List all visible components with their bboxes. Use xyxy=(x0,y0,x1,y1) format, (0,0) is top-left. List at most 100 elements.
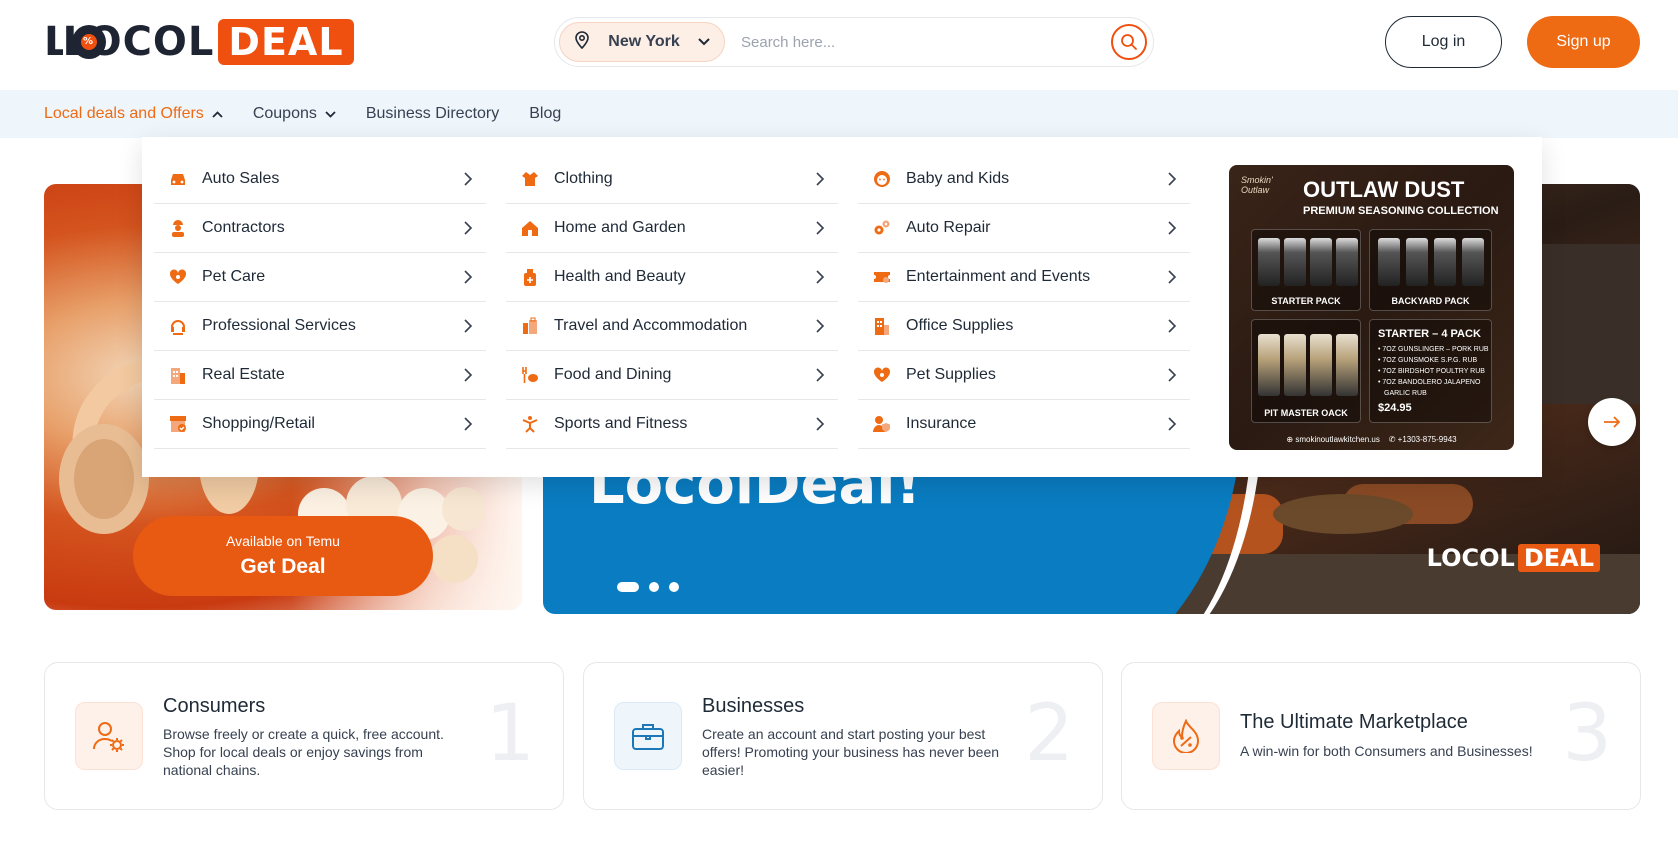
chevron-down-icon xyxy=(698,33,710,51)
promo-starter-details: STARTER – 4 PACK • 7OZ GUNSLINGER – PORK… xyxy=(1369,319,1492,423)
feature-number: 3 xyxy=(1562,689,1612,779)
mega-menu-item-shopping-retail[interactable]: Shopping/Retail xyxy=(154,400,486,449)
mega-menu-item-pet-care[interactable]: Pet Care xyxy=(154,253,486,302)
site-logo[interactable]: LLOCOL DEAL xyxy=(44,19,354,65)
mega-menu-item-sports-and-fitness[interactable]: Sports and Fitness xyxy=(506,400,838,449)
nav-blog[interactable]: Blog xyxy=(529,105,561,123)
nav-business-directory[interactable]: Business Directory xyxy=(366,105,499,123)
chevron-right-icon xyxy=(1168,368,1177,382)
mega-menu-label: Clothing xyxy=(554,170,613,187)
chevron-right-icon xyxy=(1168,319,1177,333)
flame-percent-icon xyxy=(1152,702,1220,770)
login-button[interactable]: Log in xyxy=(1385,16,1502,68)
chevron-right-icon xyxy=(816,221,825,235)
carousel-dot[interactable] xyxy=(617,582,639,592)
mega-menu-item-entertainment-and-events[interactable]: Entertainment and Events xyxy=(858,253,1190,302)
mega-menu-label: Auto Sales xyxy=(202,170,280,187)
luggage-icon xyxy=(520,316,540,336)
nav-coupons[interactable]: Coupons xyxy=(253,105,336,123)
mega-menu-label: Travel and Accommodation xyxy=(554,317,748,334)
mega-menu-item-health-and-beauty[interactable]: Health and Beauty xyxy=(506,253,838,302)
gears-icon xyxy=(872,218,892,238)
chevron-right-icon xyxy=(816,172,825,186)
mega-menu-label: Food and Dining xyxy=(554,366,672,383)
promo-title: OUTLAW DUST xyxy=(1303,177,1465,202)
mega-menu-label: Pet Supplies xyxy=(906,366,996,383)
search-input[interactable] xyxy=(725,33,1111,51)
user-gear-icon xyxy=(75,702,143,770)
percent-badge-icon xyxy=(71,25,106,59)
mega-menu-item-baby-and-kids[interactable]: Baby and Kids xyxy=(858,155,1190,204)
promo-pitmaster-pack: PIT MASTER OACK xyxy=(1251,319,1361,423)
promo-ad-outlaw-dust[interactable]: Smokin' Outlaw OUTLAW DUST PREMIUM SEASO… xyxy=(1229,165,1514,450)
building-icon xyxy=(168,365,188,385)
mega-menu-item-contractors[interactable]: Contractors xyxy=(154,204,486,253)
promo-brand: Smokin' Outlaw xyxy=(1241,175,1273,195)
chevron-right-icon xyxy=(816,368,825,382)
mega-menu-label: Shopping/Retail xyxy=(202,415,315,432)
mega-menu-item-office-supplies[interactable]: Office Supplies xyxy=(858,302,1190,351)
cta-subtitle: Available on Temu xyxy=(226,533,340,549)
promo-phone: ✆ +1303-875-9943 xyxy=(1388,435,1457,444)
signup-button[interactable]: Sign up xyxy=(1527,16,1640,68)
nav-local-deals[interactable]: Local deals and Offers xyxy=(44,105,223,123)
mega-menu-item-auto-sales[interactable]: Auto Sales xyxy=(154,155,486,204)
mega-menu-item-pet-supplies[interactable]: Pet Supplies xyxy=(858,351,1190,400)
baby-icon xyxy=(872,169,892,189)
main-nav: Local deals and Offers Coupons Business … xyxy=(0,90,1678,138)
mega-menu-item-home-and-garden[interactable]: Home and Garden xyxy=(506,204,838,253)
mega-menu-label: Auto Repair xyxy=(906,219,991,236)
feature-desc: Create an account and start posting your… xyxy=(702,726,1000,778)
shirt-icon xyxy=(520,169,540,189)
chevron-right-icon xyxy=(464,319,473,333)
chevron-right-icon xyxy=(1168,221,1177,235)
mega-menu-label: Insurance xyxy=(906,415,977,432)
chevron-right-icon xyxy=(1168,172,1177,186)
location-selector[interactable]: New York xyxy=(559,22,725,62)
mega-menu-label: Health and Beauty xyxy=(554,268,686,285)
chevron-right-icon xyxy=(816,417,825,431)
promo-price: $24.95 xyxy=(1378,402,1412,414)
promo-backyard-pack: BACKYARD PACK xyxy=(1369,229,1492,311)
chevron-right-icon xyxy=(464,172,473,186)
mega-menu-column: Clothing Home and Garden Health and Beauty… xyxy=(506,155,838,477)
paw-heart-icon xyxy=(872,365,892,385)
carousel-dot[interactable] xyxy=(669,582,679,592)
shield-person-icon xyxy=(872,414,892,434)
mega-menu-label: Entertainment and Events xyxy=(906,268,1091,285)
mega-menu-item-travel-and-accommodation[interactable]: Travel and Accommodation xyxy=(506,302,838,351)
hero-watermark-logo: LOCOL DEAL xyxy=(1427,544,1600,572)
carousel-next-button[interactable] xyxy=(1588,398,1636,446)
carousel-dots xyxy=(617,582,679,592)
mega-menu-item-insurance[interactable]: Insurance xyxy=(858,400,1190,449)
search-icon xyxy=(1121,34,1137,50)
mega-menu-item-clothing[interactable]: Clothing xyxy=(506,155,838,204)
mega-menu-item-food-and-dining[interactable]: Food and Dining xyxy=(506,351,838,400)
nav-label: Blog xyxy=(529,105,562,122)
worker-icon xyxy=(168,218,188,238)
chevron-right-icon xyxy=(464,270,473,284)
get-deal-button[interactable]: Available on Temu Get Deal xyxy=(133,516,433,596)
mega-menu: Auto Sales Contractors Pet Care Professiona… xyxy=(142,137,1542,477)
mega-menu-label: Pet Care xyxy=(202,268,266,285)
car-icon xyxy=(168,169,188,189)
mega-menu-item-auto-repair[interactable]: Auto Repair xyxy=(858,204,1190,253)
mega-menu-label: Home and Garden xyxy=(554,219,686,236)
office-icon xyxy=(872,316,892,336)
carousel-dot[interactable] xyxy=(649,582,659,592)
chevron-right-icon xyxy=(816,270,825,284)
mega-menu-label: Sports and Fitness xyxy=(554,415,688,432)
mega-menu-item-professional-services[interactable]: Professional Services xyxy=(154,302,486,351)
search-button[interactable] xyxy=(1111,24,1147,60)
feature-title: The Ultimate Marketplace xyxy=(1240,711,1468,733)
fitness-icon xyxy=(520,414,540,434)
cta-label: Get Deal xyxy=(240,555,326,578)
feature-number: 2 xyxy=(1024,689,1074,779)
logo-text-2: DEAL xyxy=(218,19,354,65)
nav-label: Business Directory xyxy=(365,105,500,122)
mega-menu-item-real-estate[interactable]: Real Estate xyxy=(154,351,486,400)
chevron-right-icon xyxy=(464,368,473,382)
feature-desc: Browse freely or create a quick, free ac… xyxy=(163,726,444,778)
map-pin-icon xyxy=(574,30,590,54)
chevron-right-icon xyxy=(464,417,473,431)
